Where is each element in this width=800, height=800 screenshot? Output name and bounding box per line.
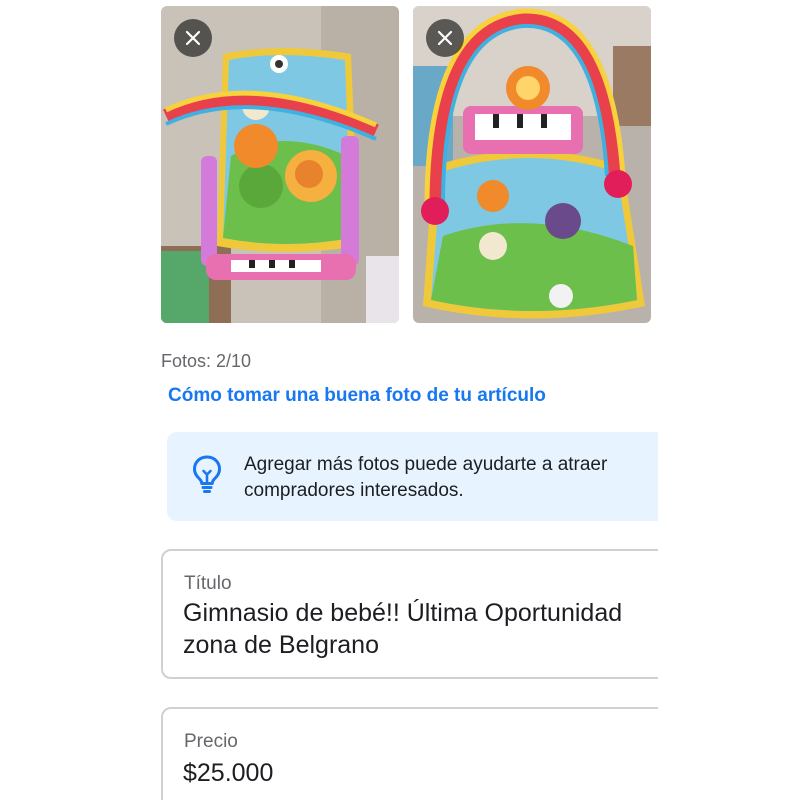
listing-editor: Fotos: 2/10 Cómo tomar una buena foto de…: [0, 0, 800, 800]
photo-tip-text: Agregar más fotos puede ayudarte a atrae…: [244, 452, 684, 504]
close-icon: [437, 30, 453, 46]
photo-tip-line-1: Agregar más fotos puede ayudarte a atrae…: [244, 454, 608, 475]
title-line-2: zona de Belgrano: [183, 631, 379, 659]
listing-photo-1[interactable]: [161, 6, 399, 323]
close-icon: [185, 30, 201, 46]
remove-photo-button[interactable]: [174, 19, 212, 57]
title-field-label: Título: [184, 573, 232, 594]
photo-tips-link[interactable]: Cómo tomar una buena foto de tu artículo: [168, 385, 546, 407]
title-field[interactable]: Título Gimnasio de bebé!! Última Oportun…: [161, 549, 721, 679]
lightbulb-icon: [193, 455, 221, 493]
remove-photo-button[interactable]: [426, 19, 464, 57]
photo-count: Fotos: 2/10: [161, 351, 252, 371]
listing-photo-2[interactable]: [413, 6, 651, 323]
price-field[interactable]: Precio $25.000: [161, 707, 721, 800]
cropped-area: [658, 0, 800, 800]
title-field-value[interactable]: Gimnasio de bebé!! Última Oportunidad zo…: [183, 597, 723, 661]
price-field-label: Precio: [184, 731, 238, 752]
price-field-value[interactable]: $25.000: [183, 757, 723, 789]
title-line-1: Gimnasio de bebé!! Última Oportunidad: [183, 599, 623, 627]
photo-tip-banner: Agregar más fotos puede ayudarte a atrae…: [167, 432, 687, 521]
photo-tip-line-2: compradores interesados.: [244, 480, 464, 501]
